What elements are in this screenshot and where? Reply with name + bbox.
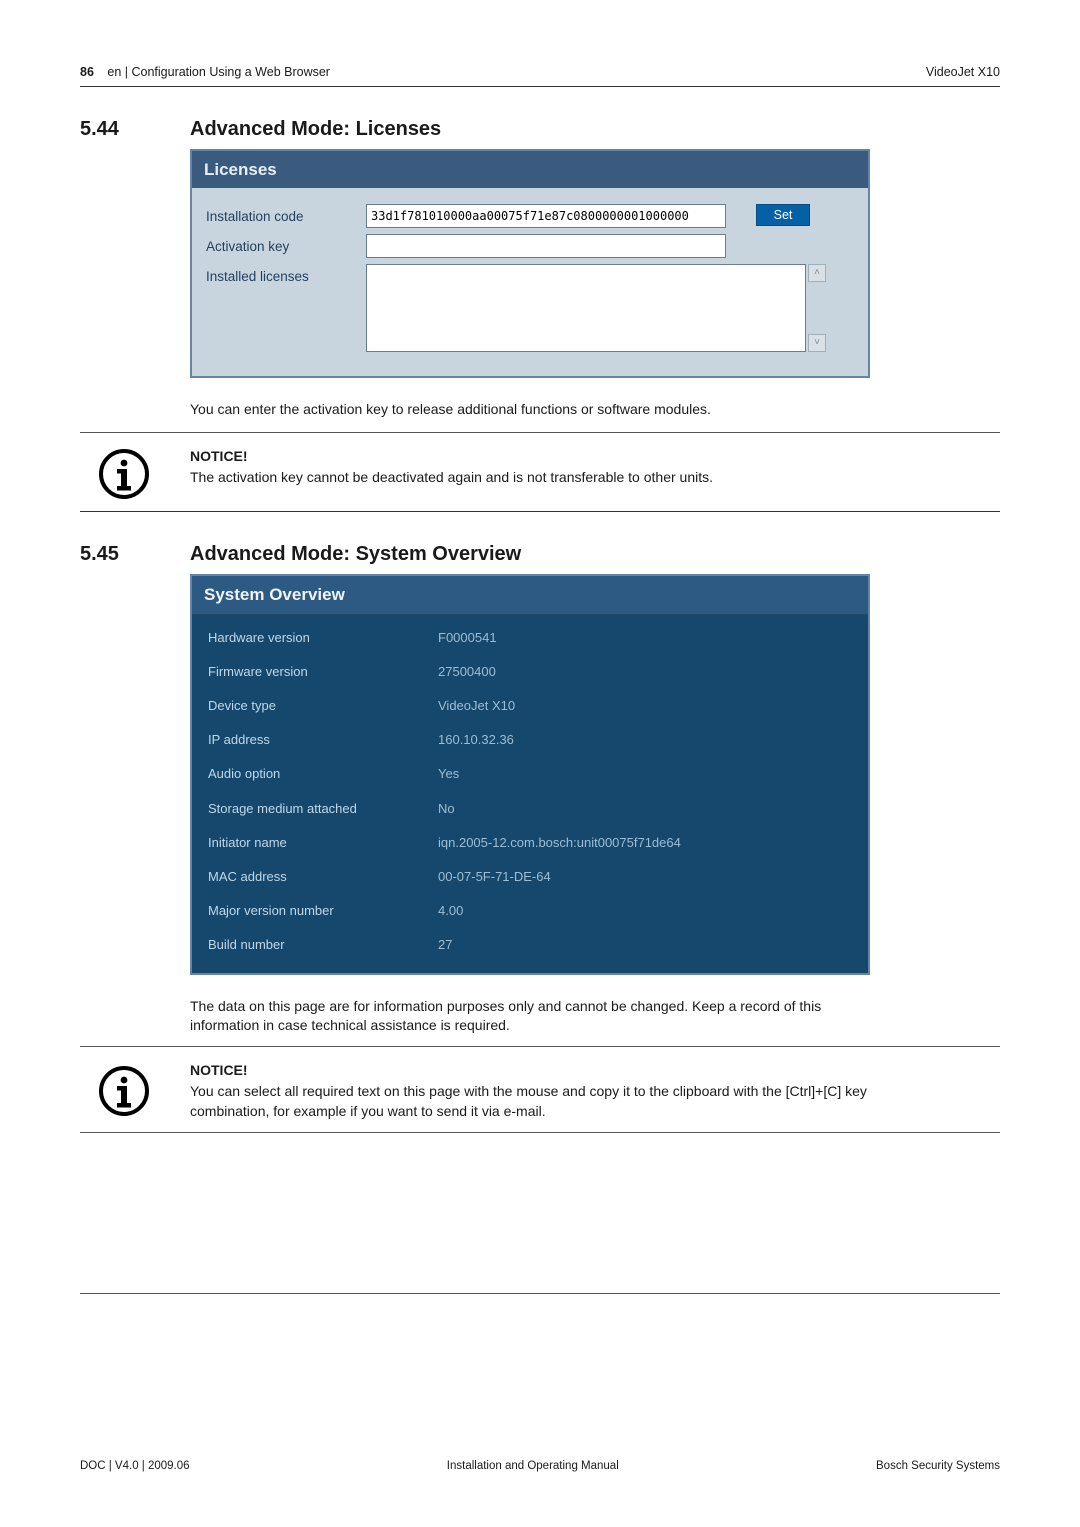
system-overview-row: IP address160.10.32.36 (192, 723, 868, 757)
notice-text-544: The activation key cannot be deactivated… (190, 468, 900, 488)
system-overview-label: Initiator name (208, 834, 438, 852)
scroll-down-icon[interactable]: ˅ (808, 334, 826, 352)
notice-heading-545: NOTICE! (190, 1061, 900, 1081)
footer-rule (80, 1293, 1000, 1294)
system-overview-value: 160.10.32.36 (438, 731, 514, 749)
system-overview-row: Build number27 (192, 928, 868, 962)
header-left: 86 en | Configuration Using a Web Browse… (80, 64, 330, 82)
divider (80, 432, 1000, 433)
installed-licenses-textarea[interactable] (366, 264, 806, 352)
section-544-para: You can enter the activation key to rele… (190, 400, 870, 420)
breadcrumb: en | Configuration Using a Web Browser (107, 65, 330, 79)
system-overview-panel: System Overview Hardware versionF0000541… (190, 574, 870, 975)
system-overview-row: MAC address00-07-5F-71-DE-64 (192, 860, 868, 894)
system-overview-value: F0000541 (438, 629, 497, 647)
header-product: VideoJet X10 (926, 64, 1000, 82)
scroll-up-icon[interactable]: ˄ (808, 264, 826, 282)
system-overview-value: 27500400 (438, 663, 496, 681)
system-overview-row: Hardware versionF0000541 (192, 621, 868, 655)
system-overview-row: Device typeVideoJet X10 (192, 689, 868, 723)
section-number-545: 5.45 (80, 540, 190, 568)
system-overview-row: Major version number4.00 (192, 894, 868, 928)
installation-code-input[interactable] (366, 204, 726, 228)
footer-left: DOC | V4.0 | 2009.06 (80, 1458, 190, 1474)
textarea-scrollbar[interactable]: ˄ ˅ (808, 264, 826, 352)
info-icon (97, 447, 151, 501)
system-overview-title: System Overview (192, 576, 868, 615)
system-overview-label: Device type (208, 697, 438, 715)
system-overview-label: Hardware version (208, 629, 438, 647)
section-545-para: The data on this page are for informatio… (190, 997, 870, 1036)
system-overview-label: Major version number (208, 902, 438, 920)
section-number-544: 5.44 (80, 115, 190, 143)
system-overview-value: 00-07-5F-71-DE-64 (438, 868, 551, 886)
installation-code-label: Installation code (206, 204, 366, 227)
system-overview-row: Firmware version27500400 (192, 655, 868, 689)
system-overview-value: Yes (438, 765, 459, 783)
licenses-panel: Licenses Installation code Set Activatio… (190, 149, 870, 379)
activation-key-input[interactable] (366, 234, 726, 258)
system-overview-row: Audio optionYes (192, 757, 868, 791)
system-overview-value: 4.00 (438, 902, 463, 920)
system-overview-label: Firmware version (208, 663, 438, 681)
system-overview-label: Storage medium attached (208, 800, 438, 818)
divider (80, 1046, 1000, 1047)
system-overview-value: 27 (438, 936, 452, 954)
system-overview-label: MAC address (208, 868, 438, 886)
set-button[interactable]: Set (756, 204, 810, 226)
notice-text-545: You can select all required text on this… (190, 1082, 900, 1121)
system-overview-label: Build number (208, 936, 438, 954)
footer-right: Bosch Security Systems (876, 1458, 1000, 1474)
licenses-panel-title: Licenses (192, 151, 868, 189)
system-overview-row: Initiator nameiqn.2005-12.com.bosch:unit… (192, 826, 868, 860)
activation-key-label: Activation key (206, 234, 366, 257)
header-rule (80, 86, 1000, 87)
system-overview-label: Audio option (208, 765, 438, 783)
system-overview-label: IP address (208, 731, 438, 749)
system-overview-row: Storage medium attachedNo (192, 792, 868, 826)
page-number: 86 (80, 65, 94, 79)
section-title-544: Advanced Mode: Licenses (190, 115, 441, 143)
notice-545: NOTICE! You can select all required text… (80, 1055, 900, 1132)
divider (80, 1132, 1000, 1133)
info-icon (97, 1064, 151, 1118)
system-overview-value: iqn.2005-12.com.bosch:unit00075f71de64 (438, 834, 681, 852)
system-overview-value: VideoJet X10 (438, 697, 515, 715)
system-overview-value: No (438, 800, 455, 818)
notice-544: NOTICE! The activation key cannot be dea… (80, 441, 900, 511)
installed-licenses-label: Installed licenses (206, 264, 366, 287)
footer-center: Installation and Operating Manual (447, 1458, 619, 1474)
notice-heading-544: NOTICE! (190, 447, 900, 467)
divider (80, 511, 1000, 512)
section-title-545: Advanced Mode: System Overview (190, 540, 521, 568)
